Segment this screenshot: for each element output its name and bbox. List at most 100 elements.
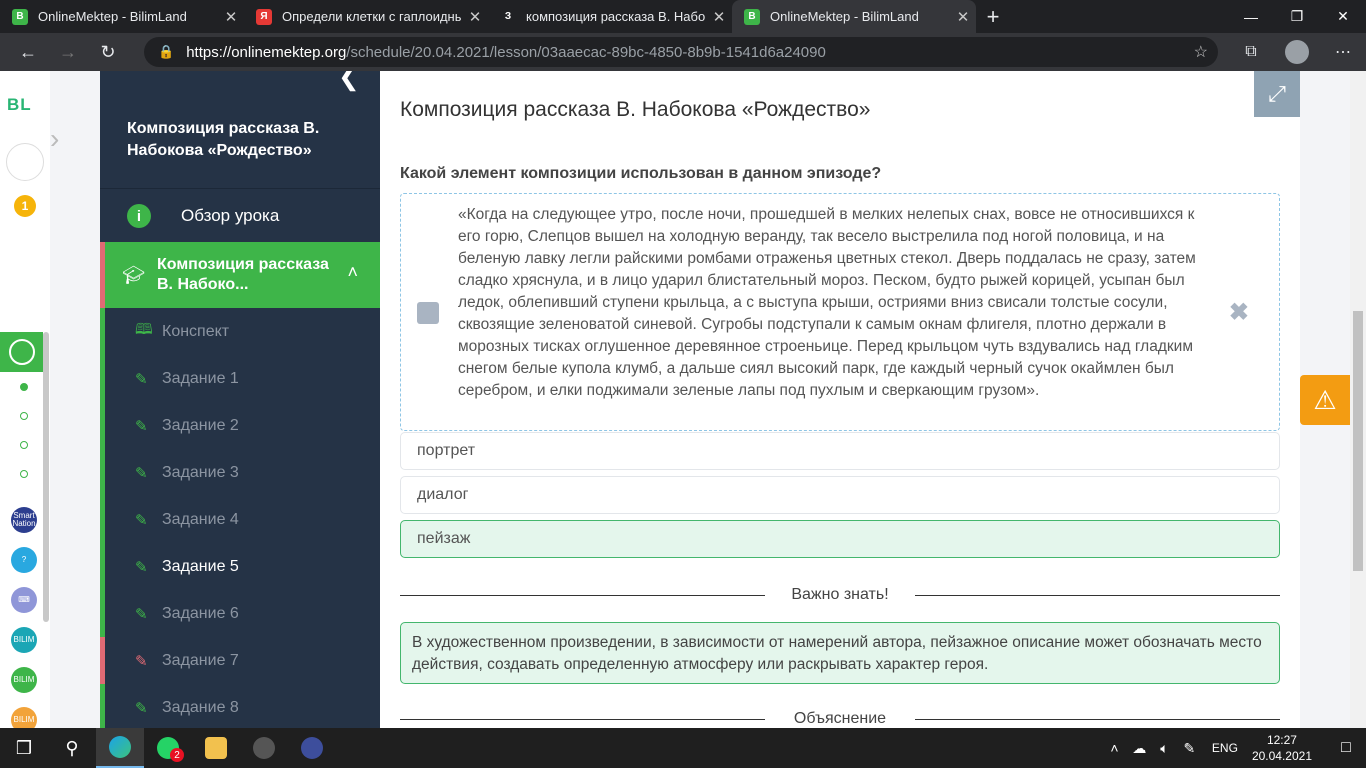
edit-icon: ✎ [135,558,148,576]
close-window-icon[interactable]: ✕ [1320,0,1366,33]
sidebar-item-label: Задание 4 [162,510,239,528]
edit-icon: ✎ [135,417,148,435]
web-page: BL 1 Smart Nation? ⌨ BILIM BILIM BILIM › ❮ К… [0,71,1366,728]
rail-app-icon[interactable]: BILIM [11,707,37,728]
fullscreen-icon[interactable]: ⤢ [1254,71,1300,117]
lock-icon[interactable]: 🔒 [158,44,174,60]
graduation-cap-icon: 🎓︎ [122,264,145,285]
back-icon[interactable]: ← [8,33,48,71]
page-scrollbar[interactable] [1350,71,1366,728]
task-status-bar [100,355,105,402]
onlinemektep-app-icon[interactable] [0,332,43,372]
whatsapp-icon[interactable]: 2 [144,728,192,768]
search-icon[interactable]: ⚲ [48,728,96,768]
browser-tab[interactable]: B OnlineMektep - BilimLand ✕ [732,0,976,33]
vpn-lock-icon[interactable] [288,728,336,768]
tab-close-icon[interactable]: ✕ [950,8,976,26]
tab-title: композиция рассказа В. Набокова [526,9,706,24]
scrollbar-thumb[interactable] [1353,311,1363,571]
rail-dot-active[interactable] [20,383,28,391]
collections-icon[interactable]: ⧉ [1228,33,1274,71]
pen-icon[interactable]: ✎ [1177,740,1202,757]
rail-dot[interactable] [20,470,28,478]
new-tab-icon[interactable]: + [976,0,1010,33]
sidebar-item-task[interactable]: 🕮︎ Конспект [100,308,380,355]
cloud-icon[interactable]: ☁ [1127,740,1152,757]
file-explorer-icon[interactable] [192,728,240,768]
edge-browser-icon[interactable] [96,728,144,768]
page-title: Композиция рассказа В. Набокова «Рождест… [400,98,871,121]
rail-app-icon[interactable]: ⌨ [11,587,37,613]
important-heading: Важно знать! [791,586,889,603]
sidebar-section-active[interactable]: 🎓︎ Композиция рассказа В. Набоко... ˄ [100,242,380,308]
tab-close-icon[interactable]: ✕ [218,8,244,26]
language-indicator[interactable]: ENG [1212,741,1238,755]
sidebar-item-task[interactable]: ✎ Задание 1 [100,355,380,402]
rail-app-icon[interactable]: BILIM [11,627,37,653]
sidebar-item-task[interactable]: ✎ Задание 7 [100,637,380,684]
sidebar-item-overview[interactable]: i Обзор урока [100,188,380,243]
chevron-up-icon[interactable]: ˄ [347,262,358,283]
sidebar-item-task[interactable]: ✎ Задание 6 [100,590,380,637]
sidebar-item-task[interactable]: ✎ Задание 2 [100,402,380,449]
notifications-icon[interactable]: □ [1326,739,1366,757]
profile-circle[interactable] [6,143,44,181]
option-label: диалог [417,486,469,503]
tab-favicon-icon: З [500,8,516,25]
system-tray: ˄ ☁ 🔈︎ ✎ ENG 12:27 20.04.2021 □ [1102,728,1366,768]
clock[interactable]: 12:27 20.04.2021 [1252,732,1312,764]
answer-option[interactable]: портрет [400,432,1280,470]
browser-tab[interactable]: Зкомпозиция рассказа В. Набокова✕ [488,0,732,33]
lesson-sidebar: ❮ Композиция рассказа В. Набокова «Рожде… [100,71,380,728]
url-field[interactable]: 🔒 https://onlinemektep.org/schedule/20.0… [144,37,1218,67]
answer-option-correct[interactable]: пейзаж [400,520,1280,558]
rail-app-icon[interactable]: Smart Nation [11,507,37,533]
sidebar-item-task[interactable]: ✎ Задание 3 [100,449,380,496]
chevron-up-icon[interactable]: ˄ [1102,740,1127,756]
address-toolbar: ← → ↻ 🔒 https://onlinemektep.org/schedul… [0,33,1366,71]
url-path: /schedule/20.04.2021/lesson/03aaecac-89b… [346,43,826,61]
rail-dot[interactable] [20,412,28,420]
task-status-bar [100,496,105,543]
camera-app-icon[interactable] [240,728,288,768]
sidebar-item-label: Задание 3 [162,463,239,481]
close-icon[interactable]: ✖ [1229,298,1249,327]
tab-favicon-icon: B [12,8,28,25]
sidebar-lesson-title: Композиция рассказа В. Набокова «Рождест… [127,120,320,159]
rail-app-icon[interactable]: BILIM [11,667,37,693]
answer-option[interactable]: диалог [400,476,1280,514]
minimize-icon[interactable]: — [1228,0,1274,33]
windows-start-icon[interactable]: ❒ [0,728,48,768]
rail-scrollbar[interactable] [43,332,49,622]
chevron-right-icon[interactable]: › [50,114,72,164]
profile-button[interactable] [1274,33,1320,71]
bilimland-logo[interactable]: BL [7,95,32,115]
more-menu-icon[interactable]: ⋯ [1320,33,1366,71]
volume-icon[interactable]: 🔈︎ [1152,740,1177,757]
sidebar-item-task[interactable]: ✎ Задание 5 [100,543,380,590]
rail-dot[interactable] [20,441,28,449]
left-app-rail: BL 1 Smart Nation? ⌨ BILIM BILIM BILIM [0,71,50,728]
forward-icon[interactable]: → [48,33,88,71]
tab-close-icon[interactable]: ✕ [706,8,732,26]
sidebar-item-label: Задание 8 [162,698,239,716]
favorite-star-icon[interactable]: ☆ [1194,42,1208,62]
reload-icon[interactable]: ↻ [88,33,128,71]
edit-icon: ✎ [135,652,148,670]
clock-date: 20.04.2021 [1251,749,1312,763]
tab-close-icon[interactable]: ✕ [462,8,488,26]
maximize-icon[interactable]: ❐ [1274,0,1320,33]
warning-icon[interactable]: ⚠ [1300,375,1350,425]
notification-badge[interactable]: 1 [14,195,36,217]
sidebar-item-task[interactable]: ✎ Задание 4 [100,496,380,543]
tab-favicon-icon: Я [256,8,272,25]
sidebar-item-task[interactable]: ✎ Задание 8 [100,684,380,728]
rail-app-icon[interactable]: ? [11,547,37,573]
browser-tab[interactable]: Я Определи клетки с гаплоидным ✕ [244,0,488,33]
task-status-bar [100,684,105,728]
explanation-divider: Объяснение [400,709,1280,728]
browser-tab[interactable]: B OnlineMektep - BilimLand ✕ [0,0,244,33]
collapse-sidebar-icon[interactable]: ❮ [338,71,360,92]
browser-tab-strip: B OnlineMektep - BilimLand ✕ Я Определи клет… [0,0,1366,33]
url-host: https://onlinemektep.org [186,43,347,61]
